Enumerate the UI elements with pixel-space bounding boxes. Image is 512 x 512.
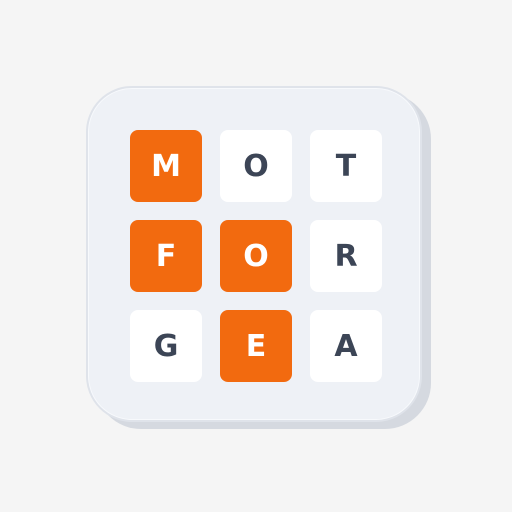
tile-r3-c1[interactable]: G	[130, 310, 202, 382]
tile-r2-c2[interactable]: O	[220, 220, 292, 292]
tile-r1-c1[interactable]: M	[130, 130, 202, 202]
game-stage: M O T F O R G E A	[0, 0, 512, 512]
tile-r3-c2[interactable]: E	[220, 310, 292, 382]
tile-r2-c1[interactable]: F	[130, 220, 202, 292]
tile-r1-c2[interactable]: O	[220, 130, 292, 202]
tile-r1-c3[interactable]: T	[310, 130, 382, 202]
tile-r3-c3[interactable]: A	[310, 310, 382, 382]
tile-r2-c3[interactable]: R	[310, 220, 382, 292]
